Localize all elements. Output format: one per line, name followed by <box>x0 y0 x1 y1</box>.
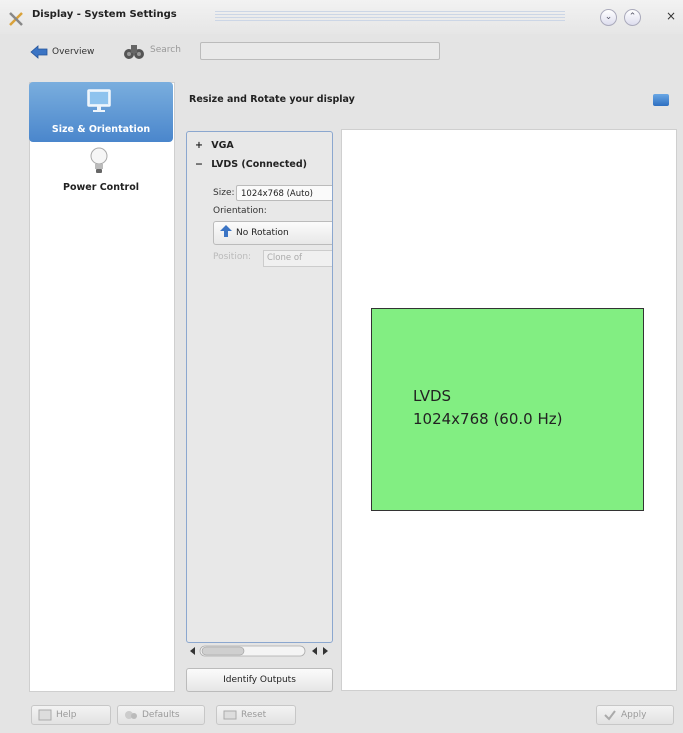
rotation-value: No Rotation <box>236 228 289 238</box>
display-icon <box>653 94 669 106</box>
overview-button[interactable]: Overview <box>30 42 94 62</box>
category-power-control[interactable]: Power Control <box>29 182 173 193</box>
window-title: Display - System Settings <box>32 9 177 20</box>
reset-icon <box>223 710 237 720</box>
screen-name: LVDS <box>413 387 452 405</box>
apply-label: Apply <box>621 710 647 720</box>
horizontal-scrollbar[interactable] <box>188 644 331 658</box>
minimize-button[interactable]: ⌄ <box>600 9 617 26</box>
category-size-orientation-label: Size & Orientation <box>51 124 151 135</box>
up-arrow-icon <box>220 225 232 237</box>
checkmark-icon <box>604 710 616 721</box>
output-label: VGA <box>211 140 234 151</box>
overview-label: Overview <box>52 47 95 57</box>
screen-mode: 1024x768 (60.0 Hz) <box>413 410 563 428</box>
rotation-button[interactable]: No Rotation <box>213 221 332 245</box>
position-label: Position: <box>213 252 252 262</box>
output-label: LVDS (Connected) <box>211 159 307 170</box>
binoculars-icon <box>124 45 144 59</box>
back-arrow-icon <box>30 45 48 59</box>
page-title: Resize and Rotate your display <box>189 94 355 105</box>
defaults-button[interactable]: Defaults <box>117 705 205 725</box>
outputs-tree: + VGA − LVDS (Connected) Size: 1024x768 … <box>186 131 333 643</box>
output-vga[interactable]: + VGA <box>195 140 234 151</box>
search-input[interactable] <box>200 42 440 60</box>
lightbulb-icon <box>90 147 108 173</box>
scroll-thumb <box>201 646 245 656</box>
output-lvds[interactable]: − LVDS (Connected) <box>195 159 307 170</box>
reset-button[interactable]: Reset <box>216 705 296 725</box>
scroll-left-arrow-icon <box>312 647 317 655</box>
expand-icon[interactable]: + <box>195 140 203 151</box>
defaults-label: Defaults <box>142 710 180 720</box>
monitor-icon <box>87 89 111 112</box>
orientation-label: Orientation: <box>213 206 267 216</box>
defaults-icon <box>125 711 137 719</box>
search-label: Search <box>150 45 181 55</box>
reset-label: Reset <box>241 710 267 720</box>
maximize-button[interactable]: ⌃ <box>624 9 641 26</box>
title-bar-grip <box>215 11 565 21</box>
size-select[interactable]: 1024x768 (Auto) <box>236 185 332 201</box>
chevron-up-icon: ⌃ <box>628 12 637 22</box>
apply-button[interactable]: Apply <box>596 705 674 725</box>
size-label: Size: <box>213 188 235 198</box>
identify-outputs-button[interactable]: Identify Outputs <box>186 668 333 692</box>
close-button[interactable]: × <box>666 9 676 23</box>
scroll-left-icon <box>190 647 195 655</box>
collapse-icon[interactable]: − <box>195 159 203 170</box>
help-book-icon <box>38 709 52 721</box>
help-button[interactable]: Help <box>31 705 111 725</box>
chevron-down-icon: ⌄ <box>604 12 613 22</box>
settings-tools-icon <box>9 12 23 26</box>
scroll-right-arrow-icon <box>323 647 328 655</box>
position-select: Clone of <box>263 250 332 267</box>
help-label: Help <box>56 710 77 720</box>
